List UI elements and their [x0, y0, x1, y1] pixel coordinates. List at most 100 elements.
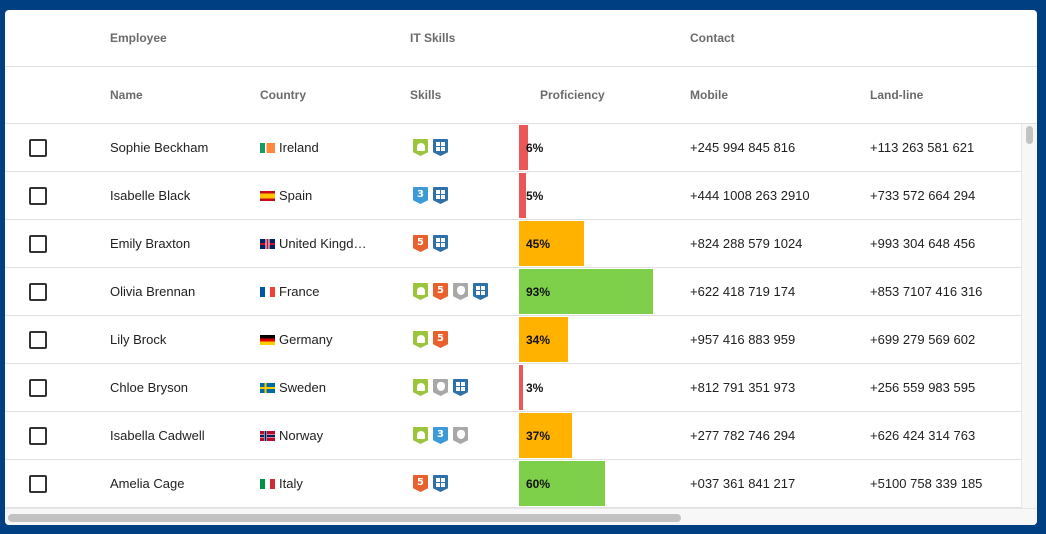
column-header-mobile[interactable]: Mobile: [690, 67, 728, 123]
horizontal-scrollbar[interactable]: [5, 508, 1037, 525]
column-header-proficiency[interactable]: Proficiency: [540, 67, 605, 123]
css3-icon: 3: [433, 427, 448, 444]
table-row[interactable]: Chloe Bryson Sweden 3% +812 791 351 973 …: [5, 364, 1021, 412]
android-icon: [413, 379, 428, 396]
landline-cell: +853 7107 416 316: [870, 284, 983, 299]
header-group-employee[interactable]: Employee: [110, 10, 167, 66]
flag-united-kingdom-icon: [260, 238, 275, 249]
android-icon: [413, 283, 428, 300]
name-cell: Emily Braxton: [110, 236, 191, 251]
proficiency-cell: 6%: [519, 124, 669, 171]
grid-body: Sophie Beckham Ireland 6% +245 994 845 8…: [5, 124, 1021, 508]
row-checkbox[interactable]: [29, 426, 47, 445]
row-checkbox[interactable]: [29, 330, 47, 349]
country-name: Ireland: [279, 140, 319, 155]
proficiency-label: 45%: [526, 236, 551, 251]
row-select-cell: [29, 316, 47, 363]
row-select-cell: [29, 412, 47, 459]
vertical-scrollbar[interactable]: [1021, 124, 1037, 508]
proficiency-label: 5%: [526, 188, 544, 203]
skills-cell: [413, 124, 453, 171]
apple-icon: [453, 427, 468, 444]
proficiency-label: 3%: [526, 380, 544, 395]
horizontal-scrollbar-thumb[interactable]: [8, 514, 681, 522]
country-name: Italy: [279, 476, 303, 491]
table-row[interactable]: Sophie Beckham Ireland 6% +245 994 845 8…: [5, 124, 1021, 172]
landline-cell: +626 424 314 763: [870, 428, 976, 443]
country-cell: Ireland: [260, 124, 404, 171]
table-row[interactable]: Isabella Cadwell Norway 3 37% +277 782 7…: [5, 412, 1021, 460]
data-grid: Employee IT Skills Contact Name Country …: [5, 10, 1037, 525]
row-checkbox[interactable]: [29, 378, 47, 397]
css3-icon: 3: [413, 187, 428, 204]
row-checkbox[interactable]: [29, 474, 47, 493]
row-checkbox[interactable]: [29, 282, 47, 301]
table-row[interactable]: Isabelle Black Spain 3 5% +444 1008 263 …: [5, 172, 1021, 220]
flag-spain-icon: [260, 190, 275, 201]
row-select-cell: [29, 220, 47, 267]
proficiency-label: 6%: [526, 140, 544, 155]
row-checkbox[interactable]: [29, 234, 47, 253]
row-checkbox[interactable]: [29, 186, 47, 205]
html5-icon: 5: [413, 475, 428, 492]
windows-icon: [473, 283, 488, 300]
name-cell: Isabella Cadwell: [110, 428, 205, 443]
country-cell: Spain: [260, 172, 404, 219]
vertical-scrollbar-thumb[interactable]: [1026, 126, 1033, 144]
country-name: France: [279, 284, 320, 299]
column-header-skills[interactable]: Skills: [410, 67, 441, 123]
html5-icon: 5: [433, 283, 448, 300]
mobile-cell: +037 361 841 217: [690, 476, 796, 491]
header-group-it-skills[interactable]: IT Skills: [410, 10, 455, 66]
country-cell: United Kingd…: [260, 220, 404, 267]
landline-cell: +733 572 664 294: [870, 188, 976, 203]
android-icon: [413, 331, 428, 348]
windows-icon: [433, 139, 448, 156]
flag-italy-icon: [260, 478, 275, 489]
column-header-name[interactable]: Name: [110, 67, 143, 123]
name-cell: Olivia Brennan: [110, 284, 196, 299]
proficiency-cell: 45%: [519, 220, 669, 267]
skills-cell: 5: [413, 460, 453, 507]
flag-germany-icon: [260, 334, 275, 345]
landline-cell: +256 559 983 595: [870, 380, 976, 395]
skills-cell: 3: [413, 412, 473, 459]
column-header-landline[interactable]: Land-line: [870, 67, 923, 123]
landline-cell: +113 263 581 621: [870, 140, 975, 155]
row-select-cell: [29, 124, 47, 171]
flag-sweden-icon: [260, 382, 275, 393]
country-cell: Germany: [260, 316, 404, 363]
proficiency-cell: 37%: [519, 412, 669, 459]
proficiency-cell: 93%: [519, 268, 669, 315]
country-name: United Kingd…: [279, 236, 367, 251]
skills-cell: 5: [413, 316, 453, 363]
skills-cell: [413, 364, 473, 411]
flag-france-icon: [260, 286, 275, 297]
proficiency-label: 37%: [526, 428, 551, 443]
proficiency-cell: 3%: [519, 364, 669, 411]
table-row[interactable]: Lily Brock Germany 5 34% +957 416 883 95…: [5, 316, 1021, 364]
html5-icon: 5: [413, 235, 428, 252]
row-select-cell: [29, 460, 47, 507]
flag-norway-icon: [260, 430, 275, 441]
android-icon: [413, 427, 428, 444]
mobile-cell: +245 994 845 816: [690, 140, 796, 155]
table-row[interactable]: Emily Braxton United Kingd… 5 45% +824 2…: [5, 220, 1021, 268]
name-cell: Isabelle Black: [110, 188, 191, 203]
row-checkbox[interactable]: [29, 138, 47, 157]
table-row[interactable]: Amelia Cage Italy 5 60% +037 361 841 217…: [5, 460, 1021, 508]
name-cell: Lily Brock: [110, 332, 167, 347]
header-group-contact[interactable]: Contact: [690, 10, 735, 66]
table-row[interactable]: Olivia Brennan France 5 93% +622 418 719…: [5, 268, 1021, 316]
column-header-country[interactable]: Country: [260, 67, 306, 123]
html5-icon: 5: [433, 331, 448, 348]
skills-cell: 3: [413, 172, 453, 219]
proficiency-label: 34%: [526, 332, 551, 347]
country-name: Sweden: [279, 380, 326, 395]
proficiency-bar: [519, 365, 524, 410]
name-cell: Chloe Bryson: [110, 380, 189, 395]
landline-cell: +993 304 648 456: [870, 236, 976, 251]
name-cell: Sophie Beckham: [110, 140, 209, 155]
mobile-cell: +444 1008 263 2910: [690, 188, 810, 203]
row-select-cell: [29, 172, 47, 219]
